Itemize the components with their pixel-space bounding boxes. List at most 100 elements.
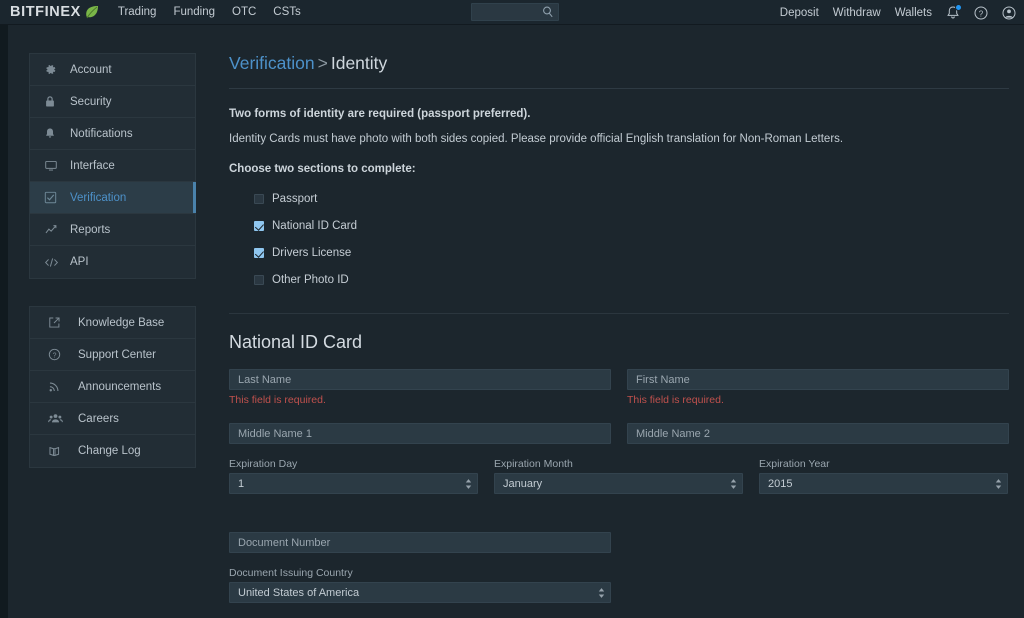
middle-name-row	[229, 423, 1009, 444]
monitor-icon	[44, 159, 66, 172]
option-label: National ID Card	[272, 219, 358, 232]
last-name-group: This field is required.	[229, 369, 611, 406]
sidebar-item-careers[interactable]: Careers	[30, 403, 195, 435]
checkbox-drivers-license[interactable]	[254, 247, 264, 258]
expiration-day-group: Expiration Day 1	[229, 458, 478, 494]
sidebar-item-label: Announcements	[78, 380, 162, 393]
lock-icon	[44, 95, 66, 108]
expiration-year-select[interactable]: 2015	[759, 473, 1008, 494]
sidebar-item-label: Verification	[70, 191, 127, 204]
sidebar-item-reports[interactable]: Reports	[30, 214, 195, 246]
help-circle-icon: ?	[974, 6, 988, 19]
checkbox-passport[interactable]	[254, 193, 264, 204]
external-link-icon	[48, 316, 70, 329]
question-circle-icon: ?	[48, 348, 70, 361]
identity-options-list: Passport National ID Card Drivers Licens…	[254, 185, 1009, 293]
sidebar-item-label: Account	[70, 63, 112, 76]
page-background: Account Security Notifications Interface	[0, 25, 1024, 618]
user-avatar-icon	[1002, 6, 1016, 19]
brand-logo[interactable]: BITFINEX	[10, 4, 100, 20]
document-number-input[interactable]	[229, 532, 611, 553]
notification-badge	[955, 4, 962, 11]
notifications-bell-button[interactable]	[946, 4, 962, 20]
search-box[interactable]	[471, 3, 559, 21]
nav-withdraw[interactable]: Withdraw	[833, 7, 881, 19]
sidebar-item-api[interactable]: API	[30, 246, 195, 278]
gear-icon	[44, 63, 66, 76]
brand-name: BITFINEX	[10, 4, 81, 20]
nav-csts[interactable]: CSTs	[273, 6, 300, 18]
middle-name-2-group	[627, 423, 1009, 444]
account-avatar-button[interactable]	[1002, 6, 1016, 20]
option-other-photo-id[interactable]: Other Photo ID	[254, 266, 1009, 293]
expiration-day-select[interactable]: 1	[229, 473, 478, 494]
sidebar-item-label: Support Center	[78, 348, 156, 361]
sidebar-item-announcements[interactable]: Announcements	[30, 371, 195, 403]
nav-trading[interactable]: Trading	[118, 6, 157, 18]
nav-funding[interactable]: Funding	[173, 6, 215, 18]
expiration-month-select[interactable]: January	[494, 473, 743, 494]
help-button[interactable]: ?	[974, 6, 988, 20]
users-icon	[48, 412, 70, 425]
sidebar-item-label: Change Log	[78, 445, 141, 457]
checkbox-icon	[44, 191, 66, 204]
last-name-input[interactable]	[229, 369, 611, 390]
option-label: Other Photo ID	[272, 273, 349, 286]
first-name-group: This field is required.	[627, 369, 1009, 406]
expiration-year-label: Expiration Year	[759, 458, 830, 470]
option-label: Passport	[272, 192, 318, 205]
sidebar-item-notifications[interactable]: Notifications	[30, 118, 195, 150]
nav-otc[interactable]: OTC	[232, 6, 256, 18]
content-area: Verification > Identity Two forms of ident…	[229, 53, 1009, 603]
sidebar-item-label: Notifications	[70, 127, 133, 140]
section-title: National ID Card	[229, 332, 363, 352]
sidebar-item-support-center[interactable]: ? Support Center	[30, 339, 195, 371]
rss-icon	[48, 380, 70, 393]
sidebar-primary-group: Account Security Notifications Interface	[29, 53, 196, 279]
breadcrumb-current: Identity	[330, 53, 388, 73]
nav-wallets[interactable]: Wallets	[895, 7, 932, 19]
middle-name-2-input[interactable]	[627, 423, 1009, 444]
code-icon	[44, 256, 66, 269]
sidebar-item-security[interactable]: Security	[30, 86, 195, 118]
sidebar-item-label: Reports	[70, 223, 111, 236]
sidebar-item-label: Interface	[70, 159, 115, 172]
document-number-group	[229, 532, 611, 553]
search-icon[interactable]	[542, 6, 554, 18]
first-name-input[interactable]	[627, 369, 1009, 390]
book-icon	[48, 445, 70, 458]
breadcrumb: Verification > Identity	[229, 53, 1009, 74]
header-divider	[229, 88, 1009, 89]
national-id-card-form: This field is required. This field is re…	[229, 369, 1009, 603]
sidebar-item-label: Knowledge Base	[78, 316, 165, 329]
sidebar-item-verification[interactable]: Verification	[30, 182, 196, 214]
sidebar-item-label: Careers	[78, 412, 119, 425]
option-drivers-license[interactable]: Drivers License	[254, 239, 1009, 266]
sidebar-item-account[interactable]: Account	[30, 54, 195, 86]
expiration-month-label: Expiration Month	[494, 458, 573, 470]
bell-icon	[44, 127, 66, 140]
breadcrumb-parent-link[interactable]: Verification	[229, 53, 315, 73]
sidebar-item-interface[interactable]: Interface	[30, 150, 195, 182]
expiration-day-label: Expiration Day	[229, 458, 298, 470]
nav-deposit[interactable]: Deposit	[780, 7, 819, 19]
lead-text: Two forms of identity are required (pass…	[229, 108, 531, 120]
option-passport[interactable]: Passport	[254, 185, 1009, 212]
checkbox-other-photo-id[interactable]	[254, 274, 264, 285]
sidebar-item-knowledge-base[interactable]: Knowledge Base	[30, 307, 195, 339]
sidebar-item-change-log[interactable]: Change Log	[30, 435, 195, 467]
secondary-nav-links: Deposit Withdraw Wallets ?	[780, 0, 1016, 25]
sidebar: Account Security Notifications Interface	[29, 53, 196, 495]
first-name-error: This field is required.	[627, 394, 724, 406]
document-issuing-country-group: Document Issuing Country United States o…	[229, 567, 611, 603]
option-national-id-card[interactable]: National ID Card	[254, 212, 1009, 239]
checkbox-national-id-card[interactable]	[254, 220, 264, 231]
document-issuing-country-select[interactable]: United States of America	[229, 582, 611, 603]
chart-line-icon	[44, 223, 66, 236]
document-issuing-country-label: Document Issuing Country	[229, 567, 353, 579]
search-input[interactable]	[476, 4, 542, 20]
instruction-text: Identity Cards must have photo with both…	[229, 133, 844, 145]
middle-name-1-input[interactable]	[229, 423, 611, 444]
top-navigation-bar: BITFINEX Trading Funding OTC CSTs Deposi…	[0, 0, 1024, 25]
middle-name-1-group	[229, 423, 611, 444]
